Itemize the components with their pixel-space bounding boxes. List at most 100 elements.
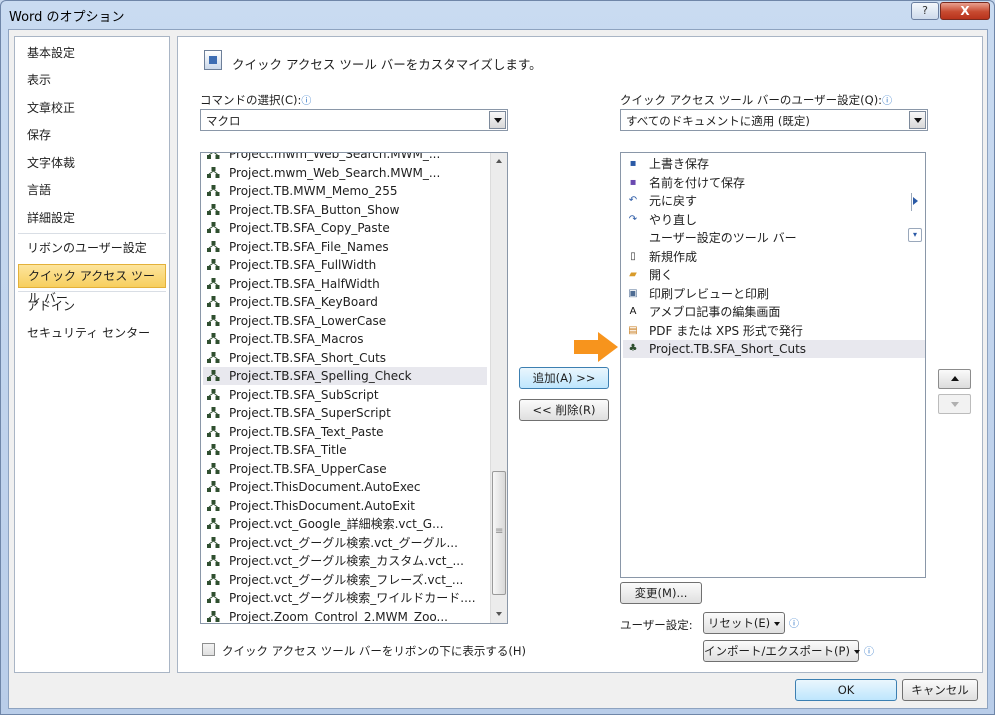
list-item[interactable]: Project.vct_グーグル検索_フレーズ.vct_...: [203, 571, 487, 589]
list-item[interactable]: ↶ 元に戻す: [623, 192, 925, 210]
choose-commands-value: マクロ: [206, 114, 241, 128]
list-item[interactable]: ▤ PDF または XPS 形式で発行: [623, 322, 925, 340]
customize-qat-value: すべてのドキュメントに適用 (既定): [626, 114, 810, 128]
ok-button[interactable]: OK: [795, 679, 897, 701]
macro-icon: [207, 185, 220, 196]
list-item[interactable]: ↷ やり直し: [623, 211, 925, 229]
nav-item-advanced[interactable]: 詳細設定: [18, 206, 166, 230]
show-below-ribbon-label[interactable]: クイック アクセス ツール バーをリボンの下に表示する(H): [222, 643, 526, 659]
list-item[interactable]: Project.ThisDocument.AutoExec: [203, 478, 487, 496]
list-item[interactable]: ▯ 新規作成: [623, 248, 925, 266]
nav-item-typography[interactable]: 文字体裁: [18, 151, 166, 175]
list-item[interactable]: ▣ 印刷プレビューと印刷: [623, 285, 925, 303]
list-item[interactable]: Project.TB.SFA_UpperCase: [203, 460, 487, 478]
reset-button[interactable]: リセット(E): [703, 612, 785, 634]
list-item[interactable]: Project.ThisDocument.AutoExit: [203, 497, 487, 515]
list-item[interactable]: Project.Zoom_Control_2.MWM_Zoo...: [203, 608, 487, 623]
list-item[interactable]: ユーザー設定のツール バー: [623, 229, 925, 247]
list-item[interactable]: Project.TB.SFA_HalfWidth: [203, 275, 487, 293]
list-item-label: Project.TB.SFA_Copy_Paste: [229, 221, 390, 235]
help-button[interactable]: ?: [911, 2, 939, 20]
add-button[interactable]: 追加(A) >>: [519, 367, 609, 389]
list-item[interactable]: Project.vct_グーグル検索.vct_グーグル...: [203, 534, 487, 552]
nav-item-customize-ribbon[interactable]: リボンのユーザー設定: [18, 236, 166, 260]
list-item[interactable]: Project.mwm_Web_Search.MWM_...: [203, 152, 487, 163]
chevron-down-icon[interactable]: [489, 111, 506, 129]
list-item-label: Project.mwm_Web_Search.MWM_...: [229, 152, 441, 161]
list-item[interactable]: Project.TB.SFA_Short_Cuts: [203, 349, 487, 367]
list-item[interactable]: Project.TB.SFA_SubScript: [203, 386, 487, 404]
list-item-label: Project.TB.SFA_SuperScript: [229, 406, 391, 420]
customize-qat-label-text: クイック アクセス ツール バーのユーザー設定(Q):: [620, 93, 883, 107]
nav-item-basic[interactable]: 基本設定: [18, 41, 166, 65]
list-item[interactable]: Project.TB.SFA_Copy_Paste: [203, 219, 487, 237]
cancel-button[interactable]: キャンセル: [902, 679, 978, 701]
list-item[interactable]: Project.TB.SFA_Macros: [203, 330, 487, 348]
list-item[interactable]: Project.TB.SFA_KeyBoard: [203, 293, 487, 311]
new-document-icon: ▯: [630, 250, 636, 262]
list-item-label: やり直し: [649, 212, 698, 227]
macro-icon: [207, 425, 220, 437]
undo-icon: ↶: [628, 195, 638, 206]
modify-button[interactable]: 変更(M)...: [620, 582, 702, 604]
list-item-label: ユーザー設定のツール バー: [649, 231, 797, 245]
list-item-label: Project.TB.SFA_Short_Cuts: [649, 342, 807, 356]
list-item[interactable]: ▰ 開く: [623, 266, 925, 284]
macro-icon: [207, 203, 220, 215]
list-item[interactable]: Project.TB.SFA_FullWidth: [203, 256, 487, 274]
list-item-label: Project.TB.SFA_LowerCase: [229, 313, 387, 328]
list-item[interactable]: Project.vct_グーグル検索_カスタム.vct_...: [203, 552, 487, 570]
nav-item-quick-access-toolbar[interactable]: クイック アクセス ツール バー: [18, 264, 166, 305]
nav-item-proofing[interactable]: 文章校正: [18, 96, 166, 120]
chevron-down-icon[interactable]: [909, 111, 926, 129]
nav-item-language[interactable]: 言語: [18, 178, 166, 202]
nav-item-addins[interactable]: アドイン: [18, 294, 166, 318]
list-item-label: Project.TB.SFA_HalfWidth: [229, 276, 380, 291]
move-up-button[interactable]: [938, 369, 971, 389]
list-item[interactable]: Project.TB.SFA_SuperScript: [203, 404, 487, 422]
nav-item-trust-center[interactable]: セキュリティ センター: [18, 321, 166, 345]
list-item[interactable]: Project.TB.SFA_Spelling_Check: [203, 367, 487, 385]
macro-icon: [207, 481, 220, 492]
nav-item-display[interactable]: 表示: [18, 68, 166, 92]
customize-qat-combo[interactable]: すべてのドキュメントに適用 (既定): [620, 109, 928, 131]
commands-scrollbar[interactable]: [490, 153, 507, 623]
list-item[interactable]: ▪ 上書き保存: [623, 155, 925, 173]
scroll-thumb[interactable]: [492, 471, 506, 595]
macro-icon: [207, 518, 220, 529]
title-bar[interactable]: Word のオプション ? X: [1, 1, 994, 29]
scroll-down-icon[interactable]: [491, 606, 507, 623]
close-button[interactable]: X: [940, 2, 990, 20]
list-item[interactable]: ♣ Project.TB.SFA_Short_Cuts: [623, 340, 925, 358]
list-item[interactable]: Project.TB.MWM_Memo_255: [203, 182, 487, 200]
macro-icon: [207, 555, 220, 566]
list-item[interactable]: Project.TB.SFA_LowerCase: [203, 312, 487, 330]
list-item[interactable]: Project.TB.SFA_Title: [203, 441, 487, 459]
list-item-label: Project.ThisDocument.AutoExec: [229, 480, 421, 494]
list-item[interactable]: Project.TB.SFA_File_Names: [203, 238, 487, 256]
macro-icon: [207, 351, 220, 363]
import-export-button[interactable]: インポート/エクスポート(P): [703, 640, 859, 662]
commands-list[interactable]: Project.Zoom_Control_2.MWM_Zoo... Project…: [200, 152, 508, 624]
move-down-button[interactable]: [938, 394, 971, 414]
list-item-label: アメブロ記事の編集画面: [649, 305, 781, 319]
show-below-ribbon-checkbox[interactable]: [202, 643, 215, 656]
list-item[interactable]: ▪ 名前を付けて保存: [623, 174, 925, 192]
open-folder-icon: ▰: [629, 269, 637, 280]
list-item[interactable]: Project.TB.SFA_Button_Show: [203, 201, 487, 219]
list-item[interactable]: Project.vct_Google_詳細検索.vct_G...: [203, 515, 487, 533]
list-item-label: 印刷プレビューと印刷: [649, 286, 770, 301]
nav-item-save[interactable]: 保存: [18, 123, 166, 147]
choose-commands-combo[interactable]: マクロ: [200, 109, 508, 131]
list-item[interactable]: Project.TB.SFA_Text_Paste: [203, 423, 487, 441]
reset-button-label: リセット(E): [707, 616, 771, 630]
list-item[interactable]: Project.mwm_Web_Search.MWM_...: [203, 164, 487, 182]
nav-separator: [18, 291, 166, 292]
list-item[interactable]: A アメブロ記事の編集画面: [623, 303, 925, 321]
remove-button[interactable]: << 削除(R): [519, 399, 609, 421]
list-item-label: Project.mwm_Web_Search.MWM_...: [229, 165, 441, 180]
qat-list[interactable]: ▾ ▪ 上書き保存 ▪ 名前を付けて保存 ↶ 元に戻す ↷ やり直し ユーザー設定のツール バー…: [620, 152, 926, 578]
list-item[interactable]: Project.vct_グーグル検索_ワイルドカード....: [203, 589, 487, 607]
scroll-up-icon[interactable]: [491, 153, 507, 170]
list-item-label: Project.TB.SFA_Macros: [229, 332, 364, 346]
